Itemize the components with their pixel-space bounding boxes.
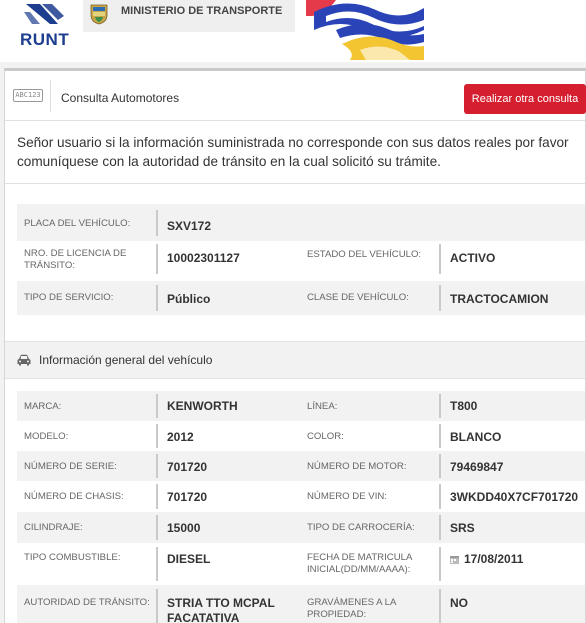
cell-divider xyxy=(156,394,158,418)
cell-divider xyxy=(156,244,158,274)
table-row: NRO. DE LICENCIA DE TRÁNSITO: 1000230112… xyxy=(17,241,585,281)
general-info-table: MARCA: KENWORTH LÍNEA: T800 MODELO: 2012… xyxy=(17,391,585,623)
table-row: PLACA DEL VEHÍCULO: SXV172 xyxy=(17,204,585,241)
combustible-value: DIESEL xyxy=(167,552,211,566)
linea-label: LÍNEA: xyxy=(307,401,338,412)
gravamenes-label: GRAVÁMENES A LA PROPIEDAD: xyxy=(307,597,396,620)
header-divider xyxy=(50,80,51,112)
autoridad-value: STRIA TTO MCPAL FACATATIVA xyxy=(167,596,275,623)
servicio-value: Público xyxy=(167,292,211,306)
vin-label: NÚMERO DE VIN: xyxy=(307,491,387,502)
autoridad-label: AUTORIDAD DE TRÁNSITO: xyxy=(24,597,150,608)
cilindraje-label: CILINDRAJE: xyxy=(24,522,83,533)
cell-divider xyxy=(439,424,441,448)
table-row: TIPO COMBUSTIBLE: DIESEL FECHA DE MATRIC… xyxy=(17,543,585,585)
estado-label: ESTADO DEL VEHÍCULO: xyxy=(307,249,422,260)
serie-value: 701720 xyxy=(167,460,208,474)
cell-divider xyxy=(439,589,441,623)
cell-divider xyxy=(439,484,441,509)
table-row: TIPO DE SERVICIO: Público CLASE DE VEHÍC… xyxy=(17,281,585,315)
car-icon xyxy=(17,354,31,366)
consulta-header: ABC123 Consulta Automotores Realizar otr… xyxy=(5,71,586,121)
modelo-value: 2012 xyxy=(167,430,194,444)
cilindraje-value: 15000 xyxy=(167,521,201,535)
table-row: NÚMERO DE CHASIS: 701720 NÚMERO DE VIN: … xyxy=(17,481,585,512)
new-query-button[interactable]: Realizar otra consulta xyxy=(464,84,586,114)
carroceria-label: TIPO DE CARROCERÍA: xyxy=(307,522,415,533)
cell-divider xyxy=(439,394,441,418)
calendar-icon xyxy=(450,556,459,564)
linea-value: T800 xyxy=(450,399,478,413)
licencia-value: 10002301127 xyxy=(167,251,240,265)
consulta-title: Consulta Automotores xyxy=(61,91,180,105)
cell-divider xyxy=(156,515,158,540)
placa-value: SXV172 xyxy=(167,219,212,233)
cell-divider xyxy=(156,424,158,448)
chasis-value: 701720 xyxy=(167,490,208,504)
table-row: CILINDRAJE: 15000 TIPO DE CARROCERÍA: SR… xyxy=(17,512,585,543)
vehicle-summary-table: PLACA DEL VEHÍCULO: SXV172 NRO. DE LICEN… xyxy=(17,204,585,328)
license-plate-icon: ABC123 xyxy=(13,89,43,102)
fecha-matricula-cell: 17/08/2011 xyxy=(450,552,523,567)
cell-divider xyxy=(156,484,158,509)
cell-divider xyxy=(156,454,158,478)
estado-value: ACTIVO xyxy=(450,251,496,265)
decorative-flag-graphic xyxy=(306,0,424,60)
cell-divider xyxy=(439,285,441,311)
table-row: NÚMERO DE SERIE: 701720 NÚMERO DE MOTOR:… xyxy=(17,451,585,481)
combustible-label: TIPO COMBUSTIBLE: xyxy=(24,552,121,563)
user-notice: Señor usuario si la información suminist… xyxy=(17,135,569,169)
consulta-card: ABC123 Consulta Automotores Realizar otr… xyxy=(4,68,586,623)
top-banner: RUNT MINISTERIO DE TRANSPORTE xyxy=(0,0,586,62)
general-info-title: Información general del vehículo xyxy=(39,353,213,367)
licencia-label: NRO. DE LICENCIA DE TRÁNSITO: xyxy=(24,248,127,271)
ministry-badge: MINISTERIO DE TRANSPORTE xyxy=(83,0,295,32)
color-label: COLOR: xyxy=(307,431,344,442)
cell-divider xyxy=(439,515,441,540)
fecha-matricula-label: FECHA DE MATRICULA INICIAL(DD/MM/AAAA): xyxy=(307,552,412,575)
ministry-name: MINISTERIO DE TRANSPORTE xyxy=(121,5,283,17)
marca-value: KENWORTH xyxy=(167,399,238,413)
table-row: MODELO: 2012 COLOR: BLANCO xyxy=(17,421,585,451)
table-row: MARCA: KENWORTH LÍNEA: T800 xyxy=(17,391,585,421)
vin-value: 3WKDD40X7CF701720 xyxy=(450,490,579,504)
cell-divider xyxy=(439,454,441,478)
motor-label: NÚMERO DE MOTOR: xyxy=(307,461,407,472)
chasis-label: NÚMERO DE CHASIS: xyxy=(24,491,124,502)
color-value: BLANCO xyxy=(450,430,502,444)
general-info-header[interactable]: Información general del vehículo xyxy=(5,341,585,379)
cell-divider xyxy=(156,589,158,623)
clase-value: TRACTOCAMION xyxy=(450,292,549,306)
cell-divider xyxy=(439,547,441,581)
motor-value: 79469847 xyxy=(450,460,504,474)
marca-label: MARCA: xyxy=(24,401,62,412)
cell-divider xyxy=(156,547,158,581)
runt-logo-text: RUNT xyxy=(20,30,70,49)
notice-divider xyxy=(5,183,585,184)
placa-label: PLACA DEL VEHÍCULO: xyxy=(24,218,131,229)
colombia-shield-icon xyxy=(90,4,108,25)
fecha-matricula-value: 17/08/2011 xyxy=(464,552,524,566)
servicio-label: TIPO DE SERVICIO: xyxy=(24,292,114,303)
clase-label: CLASE DE VEHÍCULO: xyxy=(307,292,409,303)
carroceria-value: SRS xyxy=(450,521,475,535)
cell-divider xyxy=(156,210,158,236)
serie-label: NÚMERO DE SERIE: xyxy=(24,461,117,472)
modelo-label: MODELO: xyxy=(24,431,69,442)
cell-divider xyxy=(439,244,441,274)
gravamenes-value: NO xyxy=(450,596,468,610)
cell-divider xyxy=(156,285,158,311)
table-row: AUTORIDAD DE TRÁNSITO: STRIA TTO MCPAL F… xyxy=(17,585,585,623)
